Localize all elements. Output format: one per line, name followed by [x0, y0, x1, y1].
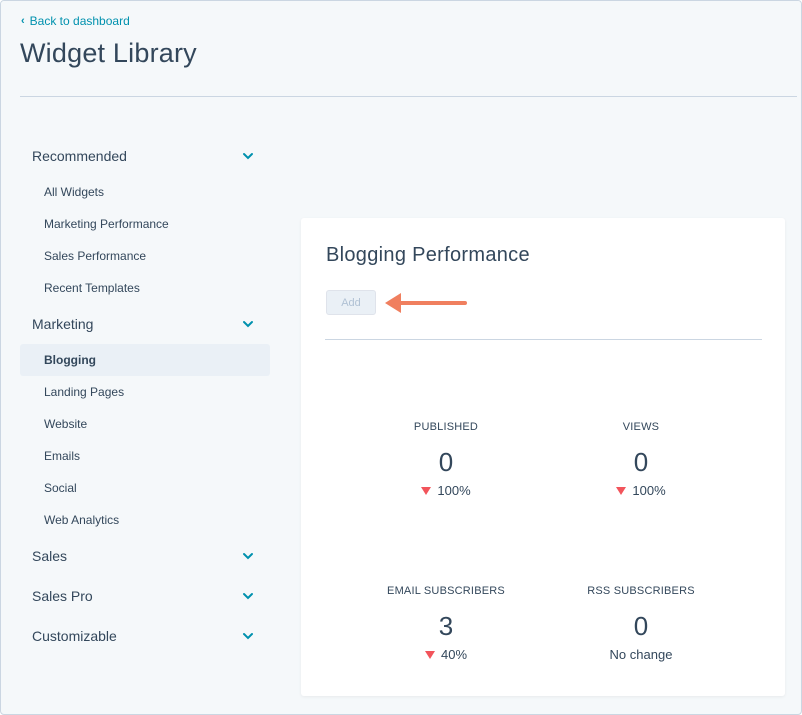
group-label: Marketing [32, 316, 94, 332]
group-customizable[interactable]: Customizable [20, 616, 270, 656]
sidebar-item-website[interactable]: Website [20, 408, 270, 440]
stat-rss-subscribers: RSS SUBSCRIBERS 0 No change [541, 585, 741, 662]
group-label: Recommended [32, 148, 127, 164]
chevron-down-icon [243, 633, 253, 640]
sidebar-item-sales-performance[interactable]: Sales Performance [20, 240, 270, 272]
stat-change-value: 40% [440, 647, 468, 662]
sidebar-item-recent-templates[interactable]: Recent Templates [20, 272, 270, 304]
stat-change: 40% [346, 647, 546, 662]
stat-value: 0 [438, 447, 454, 477]
widget-title: Blogging Performance [326, 244, 530, 266]
sidebar-item-social[interactable]: Social [20, 472, 270, 504]
sidebar-item-web-analytics[interactable]: Web Analytics [20, 504, 270, 536]
sidebar-item-blogging[interactable]: Blogging [20, 344, 270, 376]
chevron-down-icon [243, 321, 253, 328]
back-link-label: Back to dashboard [29, 14, 130, 28]
group-marketing[interactable]: Marketing [20, 304, 270, 344]
sidebar-item-landing-pages[interactable]: Landing Pages [20, 376, 270, 408]
back-to-dashboard-link[interactable]: ‹ Back to dashboard [21, 14, 130, 28]
stat-change-value: 100% [437, 483, 471, 498]
chevron-down-icon [243, 153, 253, 160]
sidebar-item-marketing-performance[interactable]: Marketing Performance [20, 208, 270, 240]
stat-change: 100% [541, 483, 741, 498]
stat-value: 3 [438, 611, 454, 641]
group-sales-pro[interactable]: Sales Pro [20, 576, 270, 616]
arrow-left-icon [385, 293, 467, 313]
sidebar-item-all-widgets[interactable]: All Widgets [20, 176, 270, 208]
add-widget-button[interactable]: Add [326, 290, 376, 315]
triangle-down-icon [421, 486, 432, 495]
chevron-down-icon [243, 553, 253, 560]
stat-label: PUBLISHED [413, 421, 479, 433]
widget-preview-card: Blogging Performance Add PUBLISHED 0 100… [301, 218, 785, 696]
chevron-down-icon [243, 593, 253, 600]
group-recommended[interactable]: Recommended [20, 136, 270, 176]
stat-email-subscribers: EMAIL SUBSCRIBERS 3 40% [346, 585, 546, 662]
header-divider [20, 96, 797, 97]
stat-label: VIEWS [622, 421, 660, 433]
stat-change: No change [541, 647, 741, 662]
chevron-left-icon: ‹ [21, 14, 25, 27]
stat-label: EMAIL SUBSCRIBERS [387, 585, 505, 597]
stat-change: 100% [346, 483, 546, 498]
sidebar-item-emails[interactable]: Emails [20, 440, 270, 472]
widget-category-sidebar: Recommended All Widgets Marketing Perfor… [20, 136, 270, 656]
stat-change-value: No change [609, 647, 673, 662]
page-header: ‹ Back to dashboard Widget Library [1, 1, 801, 97]
card-divider [325, 339, 762, 340]
stat-change-value: 100% [632, 483, 666, 498]
triangle-down-icon [616, 486, 627, 495]
group-sales[interactable]: Sales [20, 536, 270, 576]
app-frame: ‹ Back to dashboard Widget Library Recom… [0, 0, 802, 715]
stat-value: 0 [633, 447, 649, 477]
stat-views: VIEWS 0 100% [541, 421, 741, 498]
stat-value: 0 [633, 611, 649, 641]
page-title: Widget Library [20, 38, 197, 68]
group-label: Sales [32, 548, 68, 564]
group-label: Customizable [32, 628, 117, 644]
stat-label: RSS SUBSCRIBERS [587, 585, 695, 597]
triangle-down-icon [424, 650, 435, 659]
stat-published: PUBLISHED 0 100% [346, 421, 546, 498]
group-label: Sales Pro [32, 588, 93, 604]
